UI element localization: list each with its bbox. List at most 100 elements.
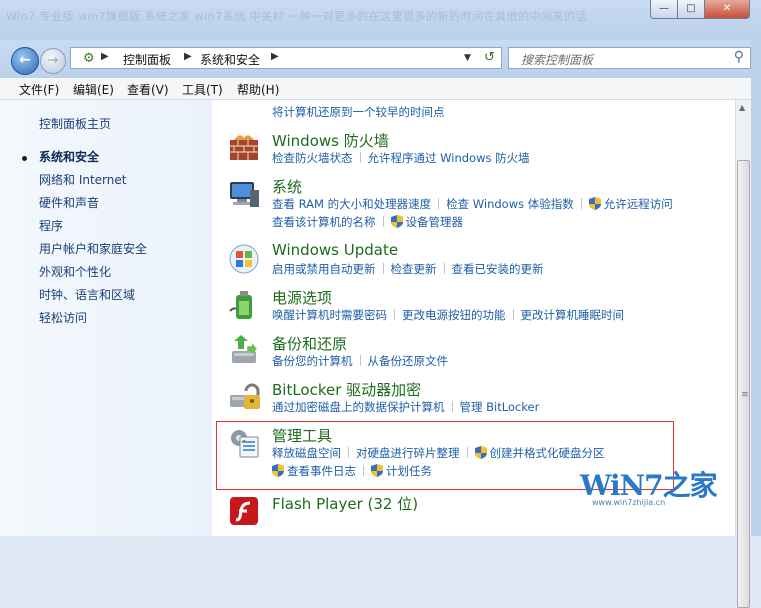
category-links: 唤醒计算机时需要密码 更改电源按钮的功能 更改计算机睡眠时间: [272, 307, 624, 323]
menu-view[interactable]: 查看(V): [127, 81, 169, 98]
sidebar-item-hardware[interactable]: 硬件和声音: [39, 194, 99, 211]
restore-partial-link[interactable]: 将计算机还原到一个较早的时间点: [272, 104, 445, 120]
task-link[interactable]: 计划任务: [386, 464, 432, 478]
address-bar[interactable]: ⚙ ▶ 控制面板 ▶ 系统和安全 ▶ ▼ ↺: [70, 47, 502, 69]
link-divider: [512, 309, 514, 320]
category-title[interactable]: Flash Player (32 位): [272, 493, 418, 514]
windows-update-icon: [229, 244, 259, 274]
sidebar-item-programs[interactable]: 程序: [39, 217, 63, 234]
sidebar-item-system-security[interactable]: 系统和安全: [39, 148, 99, 165]
search-placeholder: 搜索控制面板: [521, 53, 594, 67]
breadcrumb-separator-icon[interactable]: ▶: [101, 51, 109, 62]
link-divider: [394, 309, 395, 320]
task-link[interactable]: 从备份还原文件: [368, 354, 449, 368]
sidebar-item-network[interactable]: 网络和 Internet: [39, 171, 126, 188]
category-links: 查看该计算机的名称 设备管理器: [272, 214, 463, 230]
navigation-bar: ← → ⚙ ▶ 控制面板 ▶ 系统和安全 ▶ ▼ ↺ 搜索控制面板 ⚲: [0, 40, 761, 78]
maximize-button[interactable]: □: [677, 0, 705, 19]
task-link[interactable]: 释放磁盘空间: [272, 446, 341, 460]
task-link[interactable]: 更改电源按钮的功能: [402, 308, 506, 322]
task-link[interactable]: 启用或禁用自动更新: [272, 262, 376, 276]
link-divider: [580, 198, 582, 209]
task-link[interactable]: 查看事件日志: [287, 464, 356, 478]
scrollbar-thumb[interactable]: ≡: [737, 160, 750, 608]
category-title[interactable]: 管理工具: [272, 425, 332, 446]
control-panel-icon: ⚙: [83, 51, 95, 66]
uac-shield-icon: [272, 464, 284, 477]
task-link[interactable]: 设备管理器: [406, 215, 464, 229]
link-divider: [348, 447, 349, 458]
sidebar-item-user-accounts[interactable]: 用户帐户和家庭安全: [39, 240, 147, 257]
title-bar: Win7 专业版 win7旗舰版 系统之家 win7系统 中关村 一种一对更多的…: [0, 0, 761, 40]
link-divider: [451, 401, 453, 412]
task-link[interactable]: 查看该计算机的名称: [272, 215, 376, 229]
task-link[interactable]: 检查防火墙状态: [272, 151, 353, 165]
refresh-icon[interactable]: ↺: [484, 50, 495, 65]
task-link[interactable]: 查看已安装的更新: [452, 262, 544, 276]
uac-shield-icon: [390, 215, 403, 228]
task-link[interactable]: 唤醒计算机时需要密码: [272, 308, 387, 322]
category-title[interactable]: Windows Update: [272, 241, 398, 259]
main-content-pane: 将计算机还原到一个较早的时间点 Windows 防火墙 检查防火墙状态 允许程序通…: [212, 100, 735, 536]
sidebar-item-appearance[interactable]: 外观和个性化: [39, 263, 111, 280]
menu-help[interactable]: 帮助(H): [237, 81, 279, 98]
task-link[interactable]: 备份您的计算机: [272, 354, 353, 368]
back-button[interactable]: ←: [11, 47, 39, 75]
menu-tools[interactable]: 工具(T): [182, 81, 223, 98]
task-link[interactable]: 查看 RAM 的大小和处理器速度: [272, 197, 431, 211]
category-title[interactable]: 系统: [272, 176, 302, 197]
task-link[interactable]: 管理 BitLocker: [460, 400, 540, 414]
task-link[interactable]: 允许程序通过 Windows 防火墙: [368, 151, 530, 165]
task-link[interactable]: 创建并格式化硬盘分区: [490, 446, 605, 460]
power-options-icon: [229, 291, 252, 319]
category-title[interactable]: Windows 防火墙: [272, 130, 389, 151]
close-button[interactable]: ✕: [704, 0, 750, 19]
admin-tools-icon: [231, 430, 259, 458]
task-link[interactable]: 允许远程访问: [604, 197, 673, 211]
backup-restore-icon: [232, 335, 257, 363]
sidebar-item-home[interactable]: 控制面板主页: [39, 115, 111, 132]
address-dropdown-icon[interactable]: ▼: [464, 53, 471, 63]
uac-shield-icon: [371, 464, 383, 477]
link-divider: [359, 152, 361, 163]
search-input[interactable]: 搜索控制面板 ⚲: [508, 47, 751, 69]
link-divider: [359, 355, 361, 366]
sidebar-item-ease-of-access[interactable]: 轻松访问: [39, 309, 87, 326]
current-item-bullet-icon: [22, 156, 27, 161]
link-divider: [363, 465, 364, 476]
grip-icon: ≡: [741, 390, 749, 400]
category-links: 释放磁盘空间 对硬盘进行碎片整理 创建并格式化硬盘分区: [272, 445, 605, 461]
link-divider: [443, 263, 445, 274]
menu-file[interactable]: 文件(F): [19, 81, 59, 98]
category-title[interactable]: 电源选项: [272, 287, 332, 308]
task-link[interactable]: 更改计算机睡眠时间: [521, 308, 625, 322]
task-link[interactable]: 检查更新: [391, 262, 437, 276]
menu-edit[interactable]: 编辑(E): [73, 81, 114, 98]
breadcrumb-control-panel[interactable]: 控制面板: [123, 51, 171, 68]
menu-bar: 文件(F) 编辑(E) 查看(V) 工具(T) 帮助(H): [0, 78, 761, 100]
link-divider: [382, 216, 384, 227]
category-title[interactable]: BitLocker 驱动器加密: [272, 379, 421, 400]
scroll-up-icon[interactable]: ▲: [739, 103, 745, 112]
forward-button[interactable]: →: [40, 48, 66, 74]
minimize-button[interactable]: —: [650, 0, 678, 19]
search-icon[interactable]: ⚲: [734, 49, 744, 65]
system-icon: [230, 182, 259, 207]
breadcrumb-system-security[interactable]: 系统和安全: [200, 51, 260, 68]
category-title[interactable]: 备份和还原: [272, 333, 347, 354]
flash-player-icon: [230, 497, 258, 525]
link-divider: [382, 263, 384, 274]
category-links: 备份您的计算机 从备份还原文件: [272, 353, 448, 369]
breadcrumb-separator-icon[interactable]: ▶: [184, 51, 192, 62]
category-links: 查看 RAM 的大小和处理器速度 检查 Windows 体验指数 允许远程访问: [272, 196, 673, 212]
firewall-icon: [230, 135, 258, 160]
breadcrumb-separator-icon[interactable]: ▶: [271, 51, 279, 62]
sidebar-item-clock-region[interactable]: 时钟、语言和区域: [39, 286, 135, 303]
task-link[interactable]: 检查 Windows 体验指数: [446, 197, 574, 211]
task-link[interactable]: 通过加密磁盘上的数据保护计算机: [272, 400, 445, 414]
link-divider: [438, 198, 440, 209]
task-link[interactable]: 对硬盘进行碎片整理: [356, 446, 460, 460]
title-bar-ghost-text: Win7 专业版 win7旗舰版 系统之家 win7系统 中关村 一种一对更多的…: [6, 10, 588, 22]
category-links: 检查防火墙状态 允许程序通过 Windows 防火墙: [272, 150, 530, 166]
vertical-scrollbar[interactable]: ▲ ≡: [735, 100, 751, 608]
